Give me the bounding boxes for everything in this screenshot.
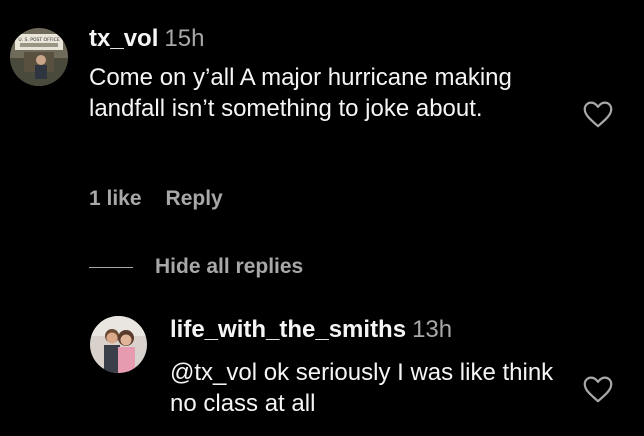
username[interactable]: tx_vol	[89, 25, 158, 52]
likes-count[interactable]: 1 like	[89, 187, 142, 210]
timestamp: 13h	[412, 316, 453, 343]
username[interactable]: life_with_the_smiths	[170, 316, 406, 343]
avatar-tx-vol[interactable]: U. S. POST OFFICE	[10, 28, 68, 86]
hide-replies-toggle[interactable]: Hide all replies	[89, 253, 303, 281]
reply-button[interactable]: Reply	[166, 187, 223, 210]
comment-text: Come on y’all A major hurricane making l…	[89, 64, 512, 122]
heart-outline-icon	[583, 101, 613, 128]
avatar-life-with-the-smiths[interactable]	[90, 316, 147, 373]
avatar-image: U. S. POST OFFICE	[10, 28, 68, 86]
reply-header: life_with_the_smiths 13h	[170, 315, 452, 345]
reply-text: @tx_vol ok seriously I was like think no…	[170, 359, 554, 417]
avatar-image	[90, 316, 147, 373]
avatar-sign-text: U. S. POST OFFICE	[18, 37, 59, 43]
like-button[interactable]	[583, 376, 613, 403]
timestamp: 15h	[164, 25, 205, 52]
hide-replies-label[interactable]: Hide all replies	[155, 255, 303, 279]
comment-actions: 1 like Reply	[89, 185, 223, 213]
like-button[interactable]	[583, 101, 613, 128]
divider-line	[89, 266, 133, 268]
heart-outline-icon	[583, 376, 613, 403]
comment-header: tx_vol 15h	[89, 24, 204, 54]
